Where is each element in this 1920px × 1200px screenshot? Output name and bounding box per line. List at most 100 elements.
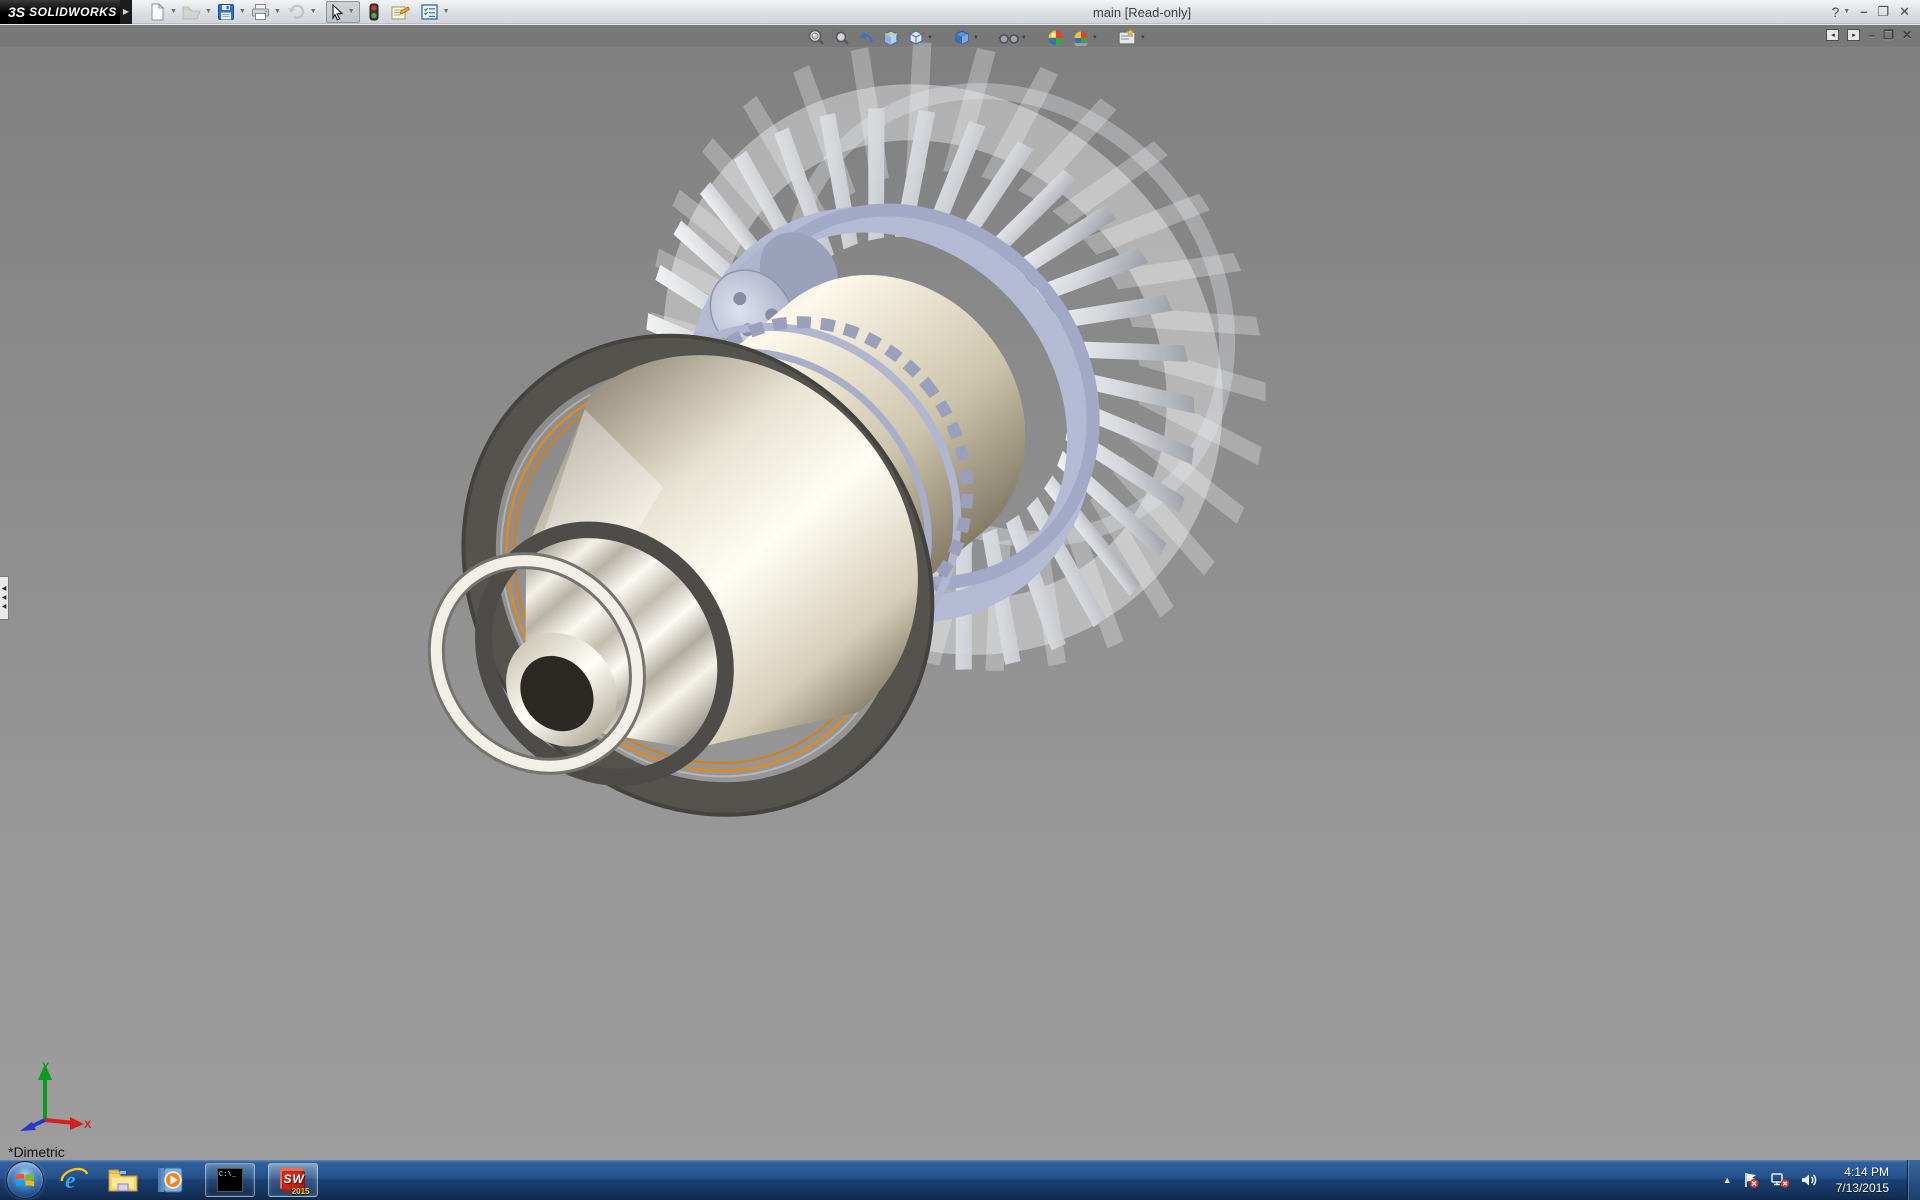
section-view-icon — [881, 28, 901, 48]
print-icon — [251, 3, 270, 21]
help-dropdown-arrow[interactable]: ▼ — [1843, 8, 1850, 15]
view-orientation-dropdown-arrow[interactable]: ▼ — [927, 35, 933, 41]
apply-scene-button[interactable]: ▼ — [1071, 27, 1098, 48]
traffic-light-icon — [368, 3, 380, 21]
close-button[interactable]: ✕ — [1899, 5, 1910, 18]
view-settings-dropdown-arrow[interactable]: ▼ — [1140, 35, 1146, 41]
document-minimize-button[interactable]: – — [1868, 29, 1875, 41]
view-orientation-button[interactable]: ▼ — [906, 27, 933, 48]
start-button[interactable] — [6, 1161, 44, 1199]
feature-panel-splitter-tab[interactable]: ◀ ◀ ◀ — [0, 576, 9, 620]
minimize-button[interactable]: – — [1860, 5, 1867, 18]
view-orientation-label: *Dimetric — [8, 1144, 65, 1160]
select-tool-button[interactable]: ▼ — [326, 1, 360, 23]
eyeglasses-icon — [998, 28, 1020, 48]
help-button[interactable]: ? — [1831, 5, 1839, 19]
zoom-to-area-button[interactable] — [831, 27, 851, 48]
solidworks-logo[interactable]: 3S SOLIDWORKS — [0, 0, 120, 24]
select-cursor-icon — [328, 3, 346, 21]
media-player-button[interactable] — [152, 1163, 192, 1197]
apply-scene-dropdown-arrow[interactable]: ▼ — [1092, 35, 1098, 41]
undo-button[interactable] — [284, 1, 308, 23]
sw-year-label: 2015 — [292, 1187, 310, 1196]
hidden-icons-button[interactable]: ▲ — [1723, 1175, 1732, 1185]
rebuild-button[interactable] — [366, 1, 382, 23]
open-document-button[interactable] — [180, 1, 203, 23]
ds-logo-icon: 3S — [8, 4, 25, 20]
volume-icon[interactable] — [1800, 1171, 1820, 1189]
triad-x-label: X — [84, 1119, 92, 1131]
hide-show-dropdown-arrow[interactable]: ▼ — [1021, 35, 1027, 41]
graphics-viewport[interactable]: ▼ ▼ ▼ — [0, 24, 1920, 1160]
appearance-ball-icon — [1046, 28, 1066, 48]
document-close-button[interactable]: ✕ — [1902, 29, 1912, 41]
heads-up-view-toolbar: ▼ ▼ ▼ — [806, 27, 1146, 48]
menu-flyout-arrow-icon[interactable]: ▶ — [120, 0, 132, 24]
display-style-dropdown-arrow[interactable]: ▼ — [973, 35, 979, 41]
media-player-icon — [157, 1165, 187, 1195]
zoom-to-fit-icon — [806, 28, 826, 48]
file-explorer-button[interactable] — [103, 1163, 143, 1197]
undo-icon — [286, 3, 306, 21]
previous-view-icon — [856, 28, 876, 48]
new-document-button[interactable] — [146, 1, 168, 23]
apply-scene-icon — [1071, 28, 1091, 48]
tile-right-button[interactable]: ▸ — [1847, 29, 1860, 41]
hide-show-items-button[interactable]: ▼ — [998, 27, 1027, 48]
edit-appearance-button[interactable] — [1046, 27, 1066, 48]
titlebar: 3S SOLIDWORKS ▶ ▼ ▼ — [0, 0, 1920, 24]
options-dropdown-arrow[interactable]: ▼ — [443, 8, 450, 15]
tile-left-button[interactable]: ◂ — [1826, 29, 1839, 41]
internet-explorer-button[interactable]: e — [54, 1163, 94, 1197]
new-dropdown-arrow[interactable]: ▼ — [170, 8, 177, 15]
internet-explorer-icon: e — [59, 1165, 89, 1195]
options-checklist-icon — [420, 3, 439, 21]
view-orientation-icon — [906, 28, 926, 48]
tray-date: 7/13/2015 — [1836, 1180, 1889, 1196]
tray-time: 4:14 PM — [1836, 1164, 1889, 1180]
display-style-icon — [952, 28, 972, 48]
command-prompt-button[interactable]: C:\_ — [205, 1163, 255, 1197]
file-properties-button[interactable] — [388, 1, 412, 23]
section-view-button[interactable] — [881, 27, 901, 48]
zoom-to-fit-button[interactable] — [806, 27, 826, 48]
open-dropdown-arrow[interactable]: ▼ — [205, 8, 212, 15]
main-toolbar: ▼ ▼ ▼ ▼ — [146, 1, 453, 23]
jet-engine-model[interactable] — [0, 25, 1920, 1160]
document-window-controls: ◂ ▸ – ❐ ✕ — [1826, 29, 1912, 41]
previous-view-button[interactable] — [856, 27, 876, 48]
undo-dropdown-arrow[interactable]: ▼ — [310, 8, 317, 15]
reference-triad: Y X — [12, 1060, 92, 1132]
command-prompt-icon: C:\_ — [217, 1168, 243, 1192]
restore-button[interactable]: ❐ — [1877, 5, 1889, 18]
collapse-arrow-icon: ◀ — [2, 604, 7, 610]
save-button[interactable] — [215, 1, 237, 23]
sw-cube-letters: SW — [284, 1172, 305, 1186]
taskbar: e C:\_ — [0, 1160, 1920, 1200]
open-folder-icon — [182, 3, 201, 21]
network-disconnected-icon[interactable] — [1770, 1171, 1790, 1189]
folder-icon — [107, 1166, 139, 1194]
print-button[interactable] — [249, 1, 272, 23]
view-settings-button[interactable]: ▼ — [1117, 27, 1146, 48]
collapse-arrow-icon: ◀ — [2, 595, 7, 601]
save-dropdown-arrow[interactable]: ▼ — [239, 8, 246, 15]
display-style-button[interactable]: ▼ — [952, 27, 979, 48]
clock[interactable]: 4:14 PM 7/13/2015 — [1836, 1164, 1889, 1196]
print-dropdown-arrow[interactable]: ▼ — [274, 8, 281, 15]
zoom-to-area-icon — [831, 28, 851, 48]
taskbar-apps: e C:\_ — [54, 1163, 318, 1197]
options-button[interactable] — [418, 1, 441, 23]
select-dropdown-arrow[interactable]: ▼ — [348, 8, 355, 15]
file-properties-icon — [390, 3, 410, 21]
show-desktop-button[interactable] — [1907, 1160, 1920, 1200]
solidworks-2015-icon: SW 2015 — [280, 1167, 307, 1194]
document-restore-button[interactable]: ❐ — [1883, 29, 1894, 41]
brand-text: SOLIDWORKS — [29, 5, 117, 19]
view-settings-icon — [1117, 28, 1139, 48]
window-controls: ? ▼ – ❐ ✕ — [1831, 5, 1920, 19]
solidworks-2015-button[interactable]: SW 2015 — [268, 1163, 318, 1197]
window-title: main [Read-only] — [453, 4, 1832, 20]
action-center-flag-icon[interactable] — [1742, 1171, 1760, 1189]
windows-flag-icon — [15, 1171, 35, 1189]
